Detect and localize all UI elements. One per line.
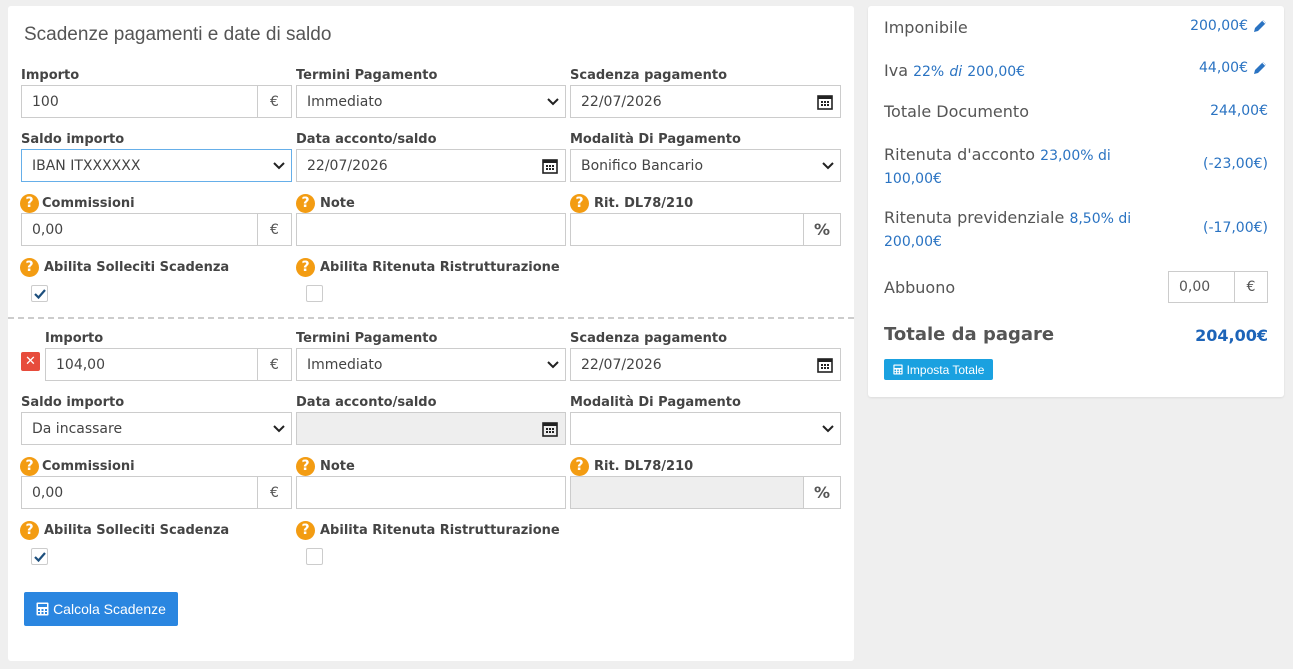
euro-addon: € <box>257 477 291 508</box>
imponibile-value[interactable]: 200,00€ <box>1190 18 1268 34</box>
commissioni-label: ? Commissioni <box>20 457 135 476</box>
percent-addon: % <box>803 477 840 508</box>
question-circle-icon[interactable]: ? <box>20 521 39 540</box>
data-acconto-label: Data acconto/saldo <box>296 132 437 147</box>
rit-label: ? Rit. DL78/210 <box>570 194 693 213</box>
commissioni-label: ? Commissioni <box>20 194 135 213</box>
pencil-icon[interactable] <box>1252 60 1268 76</box>
abbuono-label: Abbuono <box>884 278 956 297</box>
euro-addon: € <box>257 349 291 380</box>
pencil-icon[interactable] <box>1252 18 1268 34</box>
importo-input[interactable]: 100 € <box>21 85 292 118</box>
solleciti-checkbox[interactable] <box>31 548 48 565</box>
data-acconto-input[interactable]: 22/07/2026 <box>296 149 566 182</box>
calendar-icon[interactable] <box>535 158 565 174</box>
ritenuta-ristr-checkbox[interactable] <box>306 548 323 565</box>
data-acconto-input <box>296 412 566 445</box>
saldo-select[interactable]: Da incassare <box>21 412 292 445</box>
calculator-icon <box>36 602 49 616</box>
termini-select[interactable]: Immediato <box>296 348 566 381</box>
commissioni-input[interactable]: 0,00 € <box>21 476 292 509</box>
chevron-down-icon <box>541 360 565 369</box>
chevron-down-icon <box>816 161 840 170</box>
data-acconto-label: Data acconto/saldo <box>296 395 437 410</box>
ritenuta-previdenziale-label: Ritenuta previdenziale 8,50% di 200,00€ <box>884 208 1132 250</box>
chevron-down-icon <box>267 161 291 170</box>
rit-label: ? Rit. DL78/210 <box>570 457 693 476</box>
importo-input[interactable]: 104,00 € <box>45 348 292 381</box>
check-icon <box>34 552 46 563</box>
installment-divider <box>8 317 854 319</box>
modalita-select[interactable] <box>570 412 841 445</box>
calendar-icon[interactable] <box>810 94 840 110</box>
termini-select[interactable]: Immediato <box>296 85 566 118</box>
panel-title: Scadenze pagamenti e date di saldo <box>24 24 332 45</box>
summary-panel: Imponibile 200,00€ Iva 22% di 200,00€ 44… <box>868 6 1284 397</box>
commissioni-input[interactable]: 0,00 € <box>21 213 292 246</box>
question-circle-icon[interactable]: ? <box>20 258 39 277</box>
note-input[interactable] <box>296 213 566 246</box>
calendar-icon[interactable] <box>810 357 840 373</box>
calcola-scadenze-button[interactable]: Calcola Scadenze <box>24 592 178 626</box>
imponibile-label: Imponibile <box>884 18 968 37</box>
rit-input[interactable]: % <box>570 213 841 246</box>
importo-label: Importo <box>21 68 80 83</box>
chevron-down-icon <box>541 97 565 106</box>
calculator-icon <box>892 364 903 375</box>
ritenuta-acconto-value: (-23,00€) <box>1203 156 1268 172</box>
modalita-select[interactable]: Bonifico Bancario <box>570 149 841 182</box>
euro-addon: € <box>257 86 291 117</box>
ritenuta-ristr-checkbox[interactable] <box>306 285 323 302</box>
solleciti-label: ? Abilita Solleciti Scadenza <box>20 258 229 277</box>
abbuono-input[interactable]: 0,00 € <box>1168 271 1268 303</box>
check-icon <box>34 289 46 300</box>
question-circle-icon[interactable]: ? <box>296 194 315 213</box>
scadenza-label: Scadenza pagamento <box>570 68 728 83</box>
solleciti-label: ? Abilita Solleciti Scadenza <box>20 521 229 540</box>
question-circle-icon[interactable]: ? <box>296 258 315 277</box>
totale-da-pagare-label: Totale da pagare <box>884 324 1055 345</box>
question-circle-icon[interactable]: ? <box>296 457 315 476</box>
totale-documento-value: 244,00€ <box>1210 103 1268 119</box>
question-circle-icon[interactable]: ? <box>296 521 315 540</box>
rit-input: % <box>570 476 841 509</box>
chevron-down-icon <box>816 424 840 433</box>
termini-label: Termini Pagamento <box>296 68 438 83</box>
calendar-icon <box>535 421 565 437</box>
modalita-label: Modalità Di Pagamento <box>570 132 741 147</box>
percent-addon: % <box>803 214 840 245</box>
modalita-label: Modalità Di Pagamento <box>570 395 741 410</box>
remove-icon[interactable]: ✕ <box>21 352 40 371</box>
question-circle-icon[interactable]: ? <box>20 457 39 476</box>
note-label: ? Note <box>296 194 355 213</box>
totale-documento-label: Totale Documento <box>884 102 1029 121</box>
importo-label: Importo <box>45 331 104 346</box>
ritenuta-ristr-label: ? Abilita Ritenuta Ristrutturazione <box>296 258 560 277</box>
saldo-label: Saldo importo <box>21 132 125 147</box>
totale-da-pagare-value: 204,00€ <box>1195 326 1268 345</box>
euro-addon: € <box>257 214 291 245</box>
euro-addon: € <box>1234 272 1267 302</box>
note-label: ? Note <box>296 457 355 476</box>
scadenza-input[interactable]: 22/07/2026 <box>570 85 841 118</box>
scadenza-label: Scadenza pagamento <box>570 331 728 346</box>
note-input[interactable] <box>296 476 566 509</box>
ritenuta-ristr-label: ? Abilita Ritenuta Ristrutturazione <box>296 521 560 540</box>
saldo-select[interactable]: IBAN ITXXXXXX <box>21 149 292 182</box>
installments-panel: Scadenze pagamenti e date di saldo Impor… <box>8 6 854 661</box>
question-circle-icon[interactable]: ? <box>570 194 589 213</box>
solleciti-checkbox[interactable] <box>31 285 48 302</box>
iva-label: Iva 22% di 200,00€ <box>884 61 1026 80</box>
scadenza-input[interactable]: 22/07/2026 <box>570 348 841 381</box>
ritenuta-acconto-label: Ritenuta d'acconto 23,00% di 100,00€ <box>884 145 1111 187</box>
question-circle-icon[interactable]: ? <box>570 457 589 476</box>
iva-value[interactable]: 44,00€ <box>1199 60 1268 76</box>
ritenuta-previdenziale-value: (-17,00€) <box>1203 220 1268 236</box>
saldo-label: Saldo importo <box>21 395 125 410</box>
imposta-totale-button[interactable]: Imposta Totale <box>884 359 993 380</box>
chevron-down-icon <box>267 424 291 433</box>
question-circle-icon[interactable]: ? <box>20 194 39 213</box>
termini-label: Termini Pagamento <box>296 331 438 346</box>
